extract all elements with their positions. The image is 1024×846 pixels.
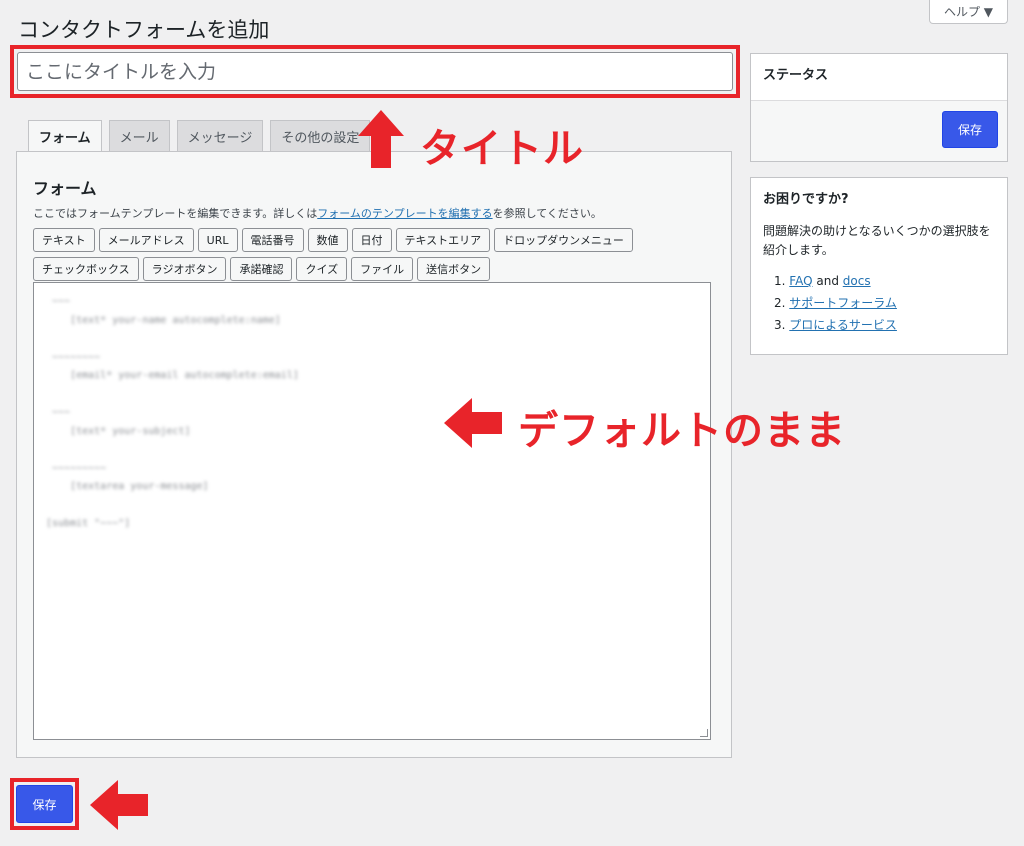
tag-generator-row-2: チェックボックス ラジオボタン 承諾確認 クイズ ファイル 送信ボタン <box>33 257 491 281</box>
tab-mail[interactable]: メール <box>108 120 170 151</box>
status-box: ステータス 保存 <box>750 53 1008 162</box>
help-box-text: 問題解決の助けとなるいくつかの選択肢を紹介します。 <box>763 224 991 257</box>
arrow-up-icon <box>358 110 404 168</box>
form-title-input[interactable] <box>17 52 733 91</box>
tag-textarea-button[interactable]: テキストエリア <box>395 228 491 252</box>
edit-template-link[interactable]: フォームのテンプレートを編集する <box>317 207 492 220</box>
help-box: お困りですか? 問題解決の助けとなるいくつかの選択肢を紹介します。 1. FAQ… <box>750 177 1008 355</box>
tag-tel-button[interactable]: 電話番号 <box>241 228 304 252</box>
tag-radio-button[interactable]: ラジオボタン <box>142 257 227 281</box>
help-link-item: 3. プロによるサービス <box>774 314 897 336</box>
help-links-list: 1. FAQ and docs 2. サポートフォーラム 3. プロによるサービ… <box>774 270 897 336</box>
and-text: and <box>816 274 839 288</box>
form-panel-heading: フォーム <box>33 179 97 198</box>
docs-link[interactable]: docs <box>843 274 871 288</box>
description-suffix: を参照してください。 <box>492 207 602 220</box>
tag-quiz-button[interactable]: クイズ <box>296 257 348 281</box>
status-box-footer: 保存 <box>751 100 1007 161</box>
help-item-number: 2. <box>774 296 786 310</box>
tag-dropdown-button[interactable]: ドロップダウンメニュー <box>494 228 633 252</box>
blurred-template-code: ~~~ [text* your-name autocomplete:name] … <box>46 296 299 529</box>
form-template-editor[interactable]: ~~~ [text* your-name autocomplete:name] … <box>33 282 711 740</box>
editor-tabs: フォーム メール メッセージ その他の設定 <box>28 120 371 152</box>
tab-messages[interactable]: メッセージ <box>176 120 264 151</box>
status-box-title: ステータス <box>751 54 1007 102</box>
tag-number-button[interactable]: 数値 <box>307 228 348 252</box>
tag-file-button[interactable]: ファイル <box>351 257 414 281</box>
tag-url-button[interactable]: URL <box>197 228 238 252</box>
tab-form[interactable]: フォーム <box>28 120 102 152</box>
tab-additional-settings[interactable]: その他の設定 <box>270 120 371 151</box>
tag-text-button[interactable]: テキスト <box>33 228 95 252</box>
help-button[interactable]: ヘルプ ▼ <box>929 0 1008 24</box>
title-annotation: タイトル <box>420 126 584 172</box>
bottom-save-button[interactable]: 保存 <box>16 785 73 823</box>
resize-handle[interactable] <box>700 729 708 737</box>
status-save-button[interactable]: 保存 <box>942 111 998 148</box>
arrow-left-icon <box>90 780 148 830</box>
tag-date-button[interactable]: 日付 <box>351 228 392 252</box>
tag-generator-row-1: テキスト メールアドレス URL 電話番号 数値 日付 テキストエリア ドロップ… <box>33 228 633 252</box>
help-item-number: 1. <box>774 274 786 288</box>
description-prefix: ここではフォームテンプレートを編集できます。詳しくは <box>33 207 318 220</box>
pro-services-link[interactable]: プロによるサービス <box>789 318 897 332</box>
page-title: コンタクトフォームを追加 <box>18 18 270 42</box>
help-link-item: 1. FAQ and docs <box>774 270 897 292</box>
tag-checkbox-button[interactable]: チェックボックス <box>33 257 139 281</box>
help-item-number: 3. <box>774 318 786 332</box>
tag-email-button[interactable]: メールアドレス <box>98 228 194 252</box>
support-forum-link[interactable]: サポートフォーラム <box>789 296 897 310</box>
faq-link[interactable]: FAQ <box>789 274 812 288</box>
tag-acceptance-button[interactable]: 承諾確認 <box>230 257 293 281</box>
default-annotation: デフォルトのまま <box>518 408 846 454</box>
help-box-title: お困りですか? <box>763 192 849 207</box>
arrow-left-icon <box>444 398 502 448</box>
tag-submit-button[interactable]: 送信ボタン <box>417 257 491 281</box>
form-panel-description: ここではフォームテンプレートを編集できます。詳しくはフォームのテンプレートを編集… <box>33 205 602 221</box>
help-link-item: 2. サポートフォーラム <box>774 292 897 314</box>
